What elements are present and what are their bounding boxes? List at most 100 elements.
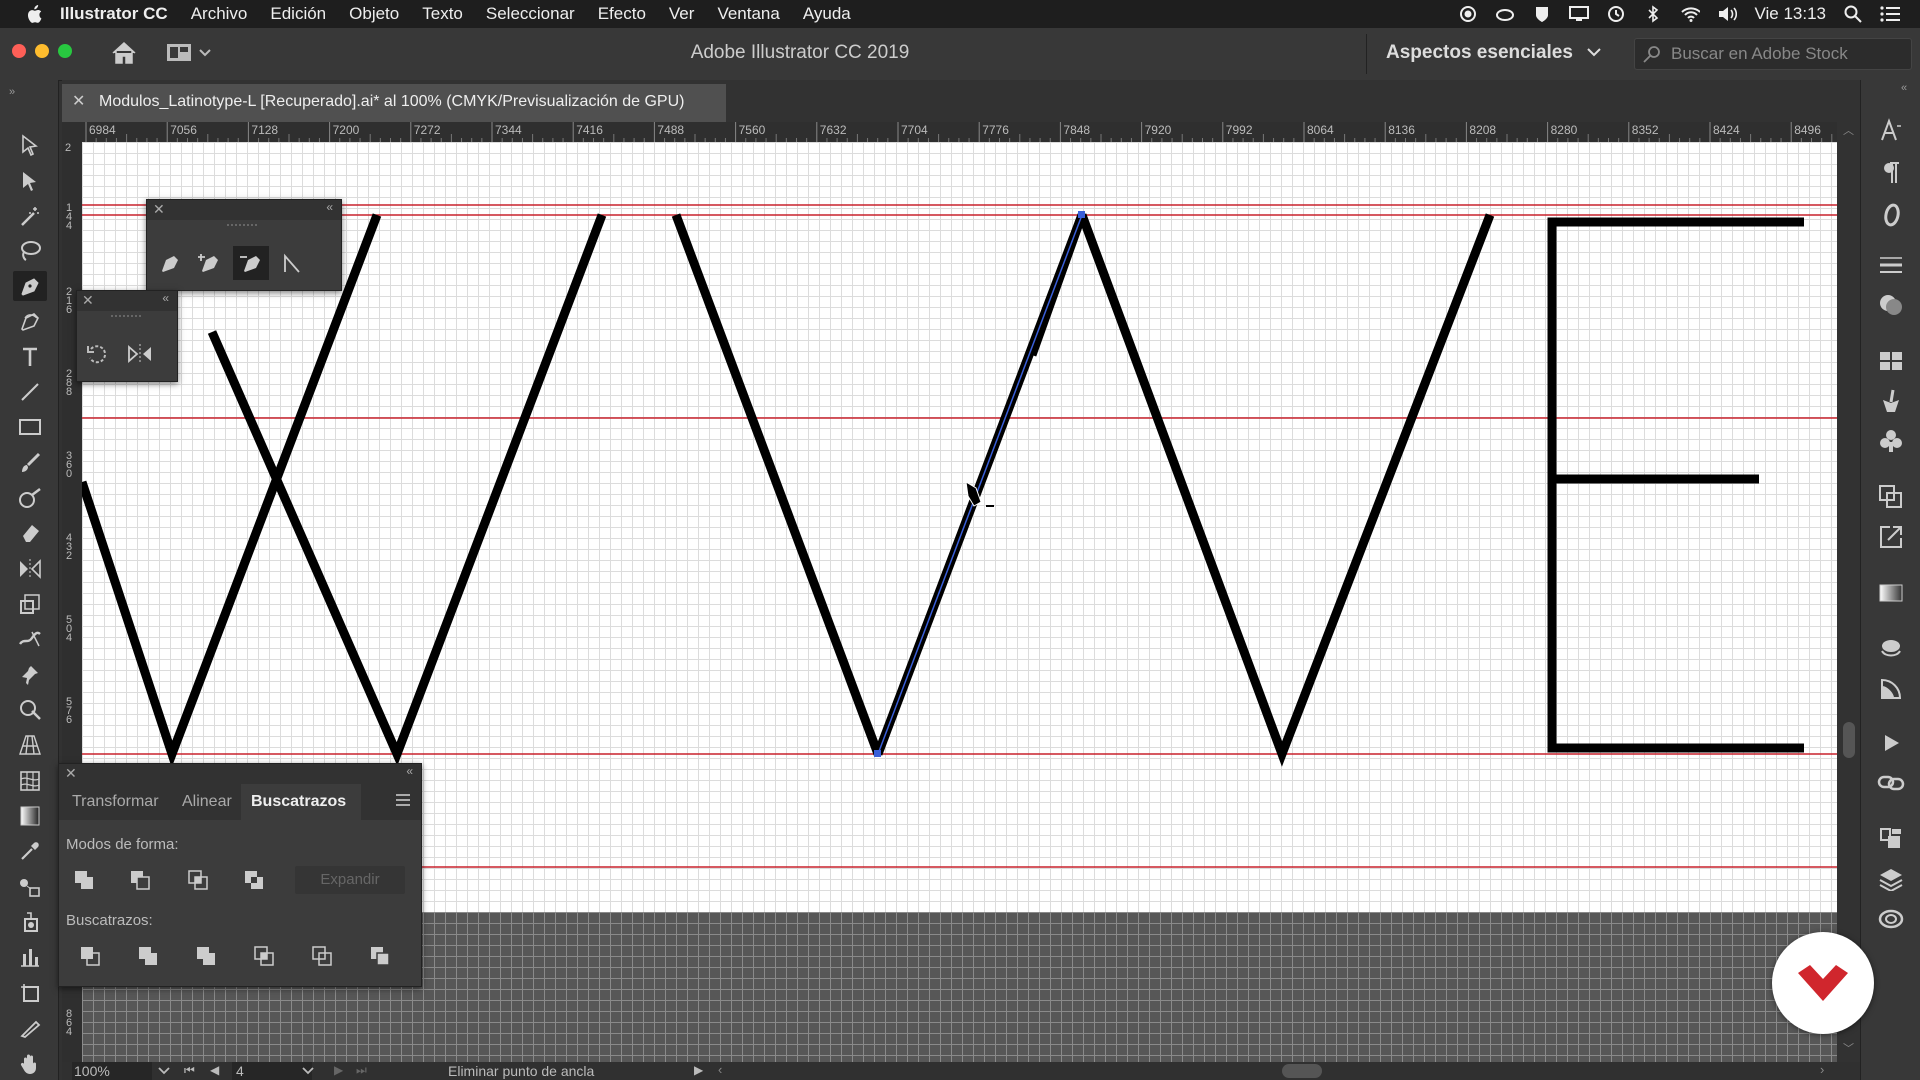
collapse-toolbar-icon[interactable]: » xyxy=(9,86,15,98)
drag-grip[interactable] xyxy=(227,224,257,230)
brushes-panel-icon[interactable] xyxy=(1873,384,1909,418)
add-anchor-point-tool-icon[interactable] xyxy=(194,248,224,278)
symbol-sprayer-tool-icon[interactable] xyxy=(13,907,47,937)
unite-button[interactable] xyxy=(71,868,97,892)
zoom-select[interactable]: 100% xyxy=(72,1062,170,1080)
exclude-button[interactable] xyxy=(241,868,267,892)
scale-tool-icon[interactable] xyxy=(13,589,47,619)
eyedropper-tool-icon[interactable] xyxy=(13,836,47,866)
curvature-tool-icon[interactable] xyxy=(13,306,47,336)
character-panel-icon[interactable] xyxy=(1873,114,1909,148)
stroke-e-frame[interactable] xyxy=(1547,217,1804,753)
menu-objeto[interactable]: Objeto xyxy=(349,4,399,24)
ruler-origin[interactable] xyxy=(62,122,82,142)
drag-grip[interactable] xyxy=(111,315,141,321)
hand-tool-icon[interactable] xyxy=(13,1048,47,1078)
collapse-panel-icon[interactable]: « xyxy=(406,764,413,778)
transparency-panel-icon[interactable] xyxy=(1873,288,1909,322)
menu-ayuda[interactable]: Ayuda xyxy=(803,4,851,24)
time-machine-icon[interactable] xyxy=(1606,6,1626,22)
reflect-tool-icon[interactable] xyxy=(125,339,155,369)
adobe-stock-search[interactable]: Buscar en Adobe Stock xyxy=(1634,38,1912,70)
creative-cloud-libraries-icon[interactable] xyxy=(1873,902,1909,936)
opentype-panel-icon[interactable] xyxy=(1873,198,1909,232)
next-artboard-icon[interactable]: ▶ xyxy=(334,1063,343,1077)
magic-wand-tool-icon[interactable] xyxy=(13,201,47,231)
type-tool-icon[interactable] xyxy=(13,342,47,372)
close-panel-icon[interactable]: ✕ xyxy=(65,765,77,782)
shield-s-icon[interactable] xyxy=(1532,6,1552,22)
paintbrush-tool-icon[interactable] xyxy=(13,448,47,478)
wifi-icon[interactable] xyxy=(1680,6,1701,22)
scroll-up-icon[interactable]: ︿ xyxy=(1843,122,1854,138)
spotlight-search-icon[interactable] xyxy=(1843,5,1863,23)
rotate-tool-icon[interactable] xyxy=(83,339,113,369)
menu-efecto[interactable]: Efecto xyxy=(598,4,646,24)
export-panel-icon[interactable] xyxy=(1873,520,1909,554)
menu-archivo[interactable]: Archivo xyxy=(191,4,248,24)
pen-tool-icon[interactable] xyxy=(13,271,47,301)
gradient-panel-icon[interactable] xyxy=(1873,576,1909,610)
horizontal-ruler[interactable]: 6984 7056 7128 7200 7272 7344 7416 7488 7560 7632… xyxy=(82,122,1863,142)
merge-button[interactable] xyxy=(193,944,219,968)
status-menu-icon[interactable]: ▶ xyxy=(694,1063,703,1077)
pen-flyout-header[interactable]: ✕ « xyxy=(147,200,341,220)
menu-ver[interactable]: Ver xyxy=(669,4,695,24)
menu-edicion[interactable]: Edición xyxy=(270,4,326,24)
expand-button[interactable]: Expandir xyxy=(295,866,405,894)
panel-menu-icon[interactable] xyxy=(395,793,411,812)
rectangle-tool-icon[interactable] xyxy=(13,412,47,442)
clock[interactable]: Vie 13:13 xyxy=(1754,4,1826,24)
first-artboard-icon[interactable]: ⏮ xyxy=(184,1063,195,1078)
collapse-flyout-icon[interactable]: « xyxy=(162,291,169,305)
blend-tool-icon[interactable] xyxy=(13,872,47,902)
line-segment-tool-icon[interactable] xyxy=(13,377,47,407)
workspace-switcher[interactable]: Aspectos esenciales xyxy=(1386,42,1602,64)
tab-transformar[interactable]: Transformar xyxy=(72,784,159,820)
artboard-select[interactable]: 4 xyxy=(232,1062,314,1080)
column-graph-tool-icon[interactable] xyxy=(13,942,47,972)
stroke-v-right[interactable] xyxy=(1077,213,1495,767)
display-icon[interactable] xyxy=(1569,6,1590,22)
vertical-scrollbar[interactable]: ︿ ﹀ xyxy=(1837,122,1860,1062)
collapse-flyout-icon[interactable]: « xyxy=(326,200,333,214)
shaper-tool-icon[interactable] xyxy=(13,483,47,513)
bluetooth-icon[interactable] xyxy=(1643,5,1663,23)
pathfinder-panel-header[interactable]: ✕ « xyxy=(59,764,421,784)
graphic-styles-panel-icon[interactable] xyxy=(1873,672,1909,706)
anchor-point[interactable] xyxy=(1078,211,1085,218)
intersect-button[interactable] xyxy=(185,868,211,892)
tab-buscatrazos[interactable]: Buscatrazos xyxy=(241,784,361,820)
close-flyout-icon[interactable]: ✕ xyxy=(153,201,165,218)
lasso-tool-icon[interactable] xyxy=(13,236,47,266)
swatches-panel-icon[interactable] xyxy=(1873,344,1909,378)
horizontal-scroll-thumb[interactable] xyxy=(1282,1064,1322,1078)
pen-tool-icon[interactable] xyxy=(155,248,185,278)
creative-cloud-icon[interactable] xyxy=(1495,6,1515,22)
delete-anchor-point-tool-icon[interactable] xyxy=(233,246,269,280)
gradient-tool-icon[interactable] xyxy=(13,801,47,831)
selected-path[interactable] xyxy=(873,211,1087,757)
minus-back-button[interactable] xyxy=(367,944,393,968)
stroke-w-down[interactable] xyxy=(671,213,883,756)
warp-tool-icon[interactable] xyxy=(13,624,47,654)
symbols-panel-icon[interactable] xyxy=(1873,424,1909,458)
eraser-tool-icon[interactable] xyxy=(13,518,47,548)
pathfinder-panel-icon[interactable] xyxy=(1873,480,1909,514)
scroll-down-icon[interactable]: ﹀ xyxy=(1843,1040,1854,1056)
appearance-panel-icon[interactable] xyxy=(1873,632,1909,666)
libraries-panel-icon[interactable] xyxy=(1873,822,1909,856)
links-panel-icon[interactable] xyxy=(1873,766,1909,800)
layers-panel-icon[interactable] xyxy=(1873,862,1909,896)
scroll-left-icon[interactable]: ‹ xyxy=(718,1062,722,1077)
scroll-right-icon[interactable]: › xyxy=(1820,1062,1824,1077)
anchor-point-tool-icon[interactable] xyxy=(277,248,307,278)
close-document-icon[interactable]: ✕ xyxy=(72,84,85,120)
rotate-flyout-header[interactable]: ✕ « xyxy=(77,291,177,311)
shape-builder-tool-icon[interactable] xyxy=(13,695,47,725)
outline-button[interactable] xyxy=(309,944,335,968)
vertical-scroll-thumb[interactable] xyxy=(1843,722,1855,758)
close-flyout-icon[interactable]: ✕ xyxy=(82,292,94,309)
volume-icon[interactable] xyxy=(1717,6,1738,22)
crop-button[interactable] xyxy=(251,944,277,968)
